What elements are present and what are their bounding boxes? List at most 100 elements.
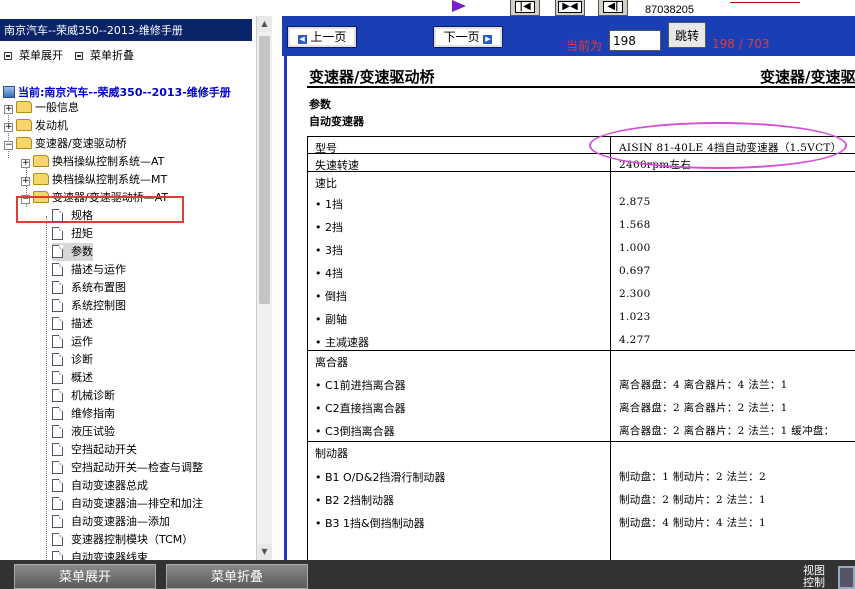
spec-name: • 主减速器 xyxy=(315,336,369,349)
scrollbar-thumb[interactable] xyxy=(259,36,270,304)
spec-value: 4.277 xyxy=(619,334,651,346)
expand-plus-icon[interactable]: + xyxy=(21,159,30,168)
tree-node-shift-control-mt[interactable]: + 换档操纵控制系统—MT xyxy=(21,171,167,189)
collapse-icon xyxy=(75,52,83,60)
spec-name: 离合器 xyxy=(315,356,348,369)
spec-name: 速比 xyxy=(315,177,337,190)
bottom-expand-button[interactable]: 菜单展开 xyxy=(14,564,156,589)
table-row: • 副轴 1.023 xyxy=(307,307,855,330)
bottom-bar: 菜单展开 菜单折叠 视图控制 xyxy=(0,560,855,589)
tree-node-shift-control-at[interactable]: + 换档操纵控制系统—AT xyxy=(21,153,164,171)
jump-button[interactable]: 跳转 xyxy=(668,22,706,48)
page-count: 198 / 703 xyxy=(712,37,770,51)
tree-doc-item[interactable]: 自动变速器总成 xyxy=(52,477,148,495)
spec-name: • C1前进挡离合器 xyxy=(315,379,406,392)
document-icon xyxy=(52,317,63,330)
tree-doc-item[interactable]: 系统控制图 xyxy=(52,297,126,315)
prev-page-button[interactable]: ◀ 上一页 xyxy=(287,26,357,48)
document-icon xyxy=(52,281,63,294)
spec-name: • 4挡 xyxy=(315,267,343,280)
spec-value: 0.697 xyxy=(619,265,651,277)
spec-name: • C3倒挡离合器 xyxy=(315,425,395,438)
sidebar-scrollbar[interactable]: ▲ ▼ xyxy=(256,16,272,560)
tree-doc-item[interactable]: 液压试验 xyxy=(52,423,115,441)
title-rule xyxy=(307,86,855,88)
tree-doc-item[interactable]: 自动变速器线束 xyxy=(52,549,148,560)
tree-doc-item[interactable]: 空挡起动开关 xyxy=(52,441,137,459)
tree-doc-item[interactable]: 空挡起动开关—检查与调整 xyxy=(52,459,203,477)
table-row: • B1 O/D&2挡滑行制动器 制动盘：1 制动片：2 法兰：2 xyxy=(307,465,855,488)
page-number-input[interactable] xyxy=(609,30,661,51)
scroll-up-icon[interactable]: ▲ xyxy=(257,16,272,32)
current-manual[interactable]: 当前:南京汽车--荣威350--2013-维修手册 xyxy=(3,84,231,100)
table-row: • 1挡 2.875 xyxy=(307,192,855,215)
document-icon xyxy=(52,497,63,510)
phone-number: 87038205 xyxy=(645,4,694,16)
tree-doc-item[interactable]: 自动变速器油—添加 xyxy=(52,513,170,531)
page-title: 变速器/变速驱动桥 xyxy=(309,68,435,86)
collapse-minus-icon[interactable]: − xyxy=(4,141,13,150)
tree-doc-item[interactable]: 概述 xyxy=(52,369,93,387)
tree-doc-item[interactable]: 参数 xyxy=(52,243,93,261)
folder-icon xyxy=(16,101,32,113)
document-icon xyxy=(52,551,63,560)
document-icon xyxy=(52,245,63,258)
document-icon xyxy=(52,479,63,492)
folder-icon xyxy=(16,119,32,131)
tree-line xyxy=(46,216,47,560)
tree-doc-item[interactable]: 自动变速器油—排空和加注 xyxy=(52,495,203,513)
tree-doc-item[interactable]: 诊断 xyxy=(52,351,93,369)
tree-doc-item[interactable]: 运作 xyxy=(52,333,93,351)
table-row: • 2挡 1.568 xyxy=(307,215,855,238)
tree-node-transmission[interactable]: − 变速器/变速驱动桥 xyxy=(4,135,127,153)
tree-node-engine[interactable]: + 发动机 xyxy=(4,117,68,135)
spec-value: 制动盘：1 制动片：2 法兰：2 xyxy=(619,471,767,483)
expand-plus-icon[interactable]: + xyxy=(4,105,13,114)
scroll-down-icon[interactable]: ▼ xyxy=(257,544,272,560)
section-heading: 参数 xyxy=(309,98,331,111)
tree-doc-item[interactable]: 扭矩 xyxy=(52,225,93,243)
tree-doc-item[interactable]: 描述与运作 xyxy=(52,261,126,279)
tree-doc-item[interactable]: 变速器控制模块（TCM） xyxy=(52,531,193,549)
expand-plus-icon[interactable]: + xyxy=(21,177,30,186)
table-rule xyxy=(307,171,855,172)
panel-gap xyxy=(272,16,282,560)
spec-name: • B2 2挡制动器 xyxy=(315,494,395,507)
top-strip: |◀ ▶◀ ◀| 87038205 xyxy=(0,0,855,16)
tree-doc-item[interactable]: 系统布置图 xyxy=(52,279,126,297)
spec-value: 离合器盘：2 离合器片：2 法兰：1 xyxy=(619,402,788,414)
tree-node-general-info[interactable]: + 一般信息 xyxy=(4,99,79,117)
tree-doc-item[interactable]: 机械诊断 xyxy=(52,387,115,405)
highlight-ellipse xyxy=(589,122,847,169)
folder-icon xyxy=(33,173,49,185)
table-row: • 4挡 0.697 xyxy=(307,261,855,284)
table-row: 离合器 xyxy=(307,350,855,373)
document-icon xyxy=(52,353,63,366)
table-rule xyxy=(307,350,855,351)
tree-doc-item[interactable]: 维修指南 xyxy=(52,405,115,423)
spec-name: • 倒挡 xyxy=(315,290,347,303)
table-row: • 3挡 1.000 xyxy=(307,238,855,261)
tree-doc-item[interactable]: 规格 xyxy=(52,207,93,225)
document-icon xyxy=(52,461,63,474)
next-page-button[interactable]: 下一页 ▶ xyxy=(433,26,503,48)
tree-doc-item[interactable]: 描述 xyxy=(52,315,93,333)
spec-value: 制动盘：4 制动片：4 法兰：1 xyxy=(619,517,767,529)
menu-expand-link[interactable]: 菜单展开 xyxy=(4,47,63,63)
table-row: 速比 xyxy=(307,171,855,194)
menu-collapse-link[interactable]: 菜单折叠 xyxy=(75,47,134,63)
play-icon[interactable] xyxy=(452,0,466,12)
bottom-collapse-button[interactable]: 菜单折叠 xyxy=(166,564,308,589)
table-row: • C1前进挡离合器 离合器盘：4 离合器片：4 法兰：1 xyxy=(307,373,855,396)
open-folder-icon xyxy=(16,137,32,149)
last-page-icon[interactable]: ◀| xyxy=(598,0,628,16)
sidebar-title: 南京汽车--荣威350--2013-维修手册 xyxy=(0,19,252,41)
first-page-icon[interactable]: |◀ xyxy=(510,0,540,16)
document-icon xyxy=(52,425,63,438)
view-control-icon[interactable] xyxy=(838,566,855,589)
fit-page-icon[interactable]: ▶◀ xyxy=(555,0,585,16)
page-title-right: 变速器/变速驱动桥 xyxy=(760,68,855,86)
spec-value: 1.023 xyxy=(619,311,651,323)
document-icon xyxy=(52,443,63,456)
expand-plus-icon[interactable]: + xyxy=(4,123,13,132)
